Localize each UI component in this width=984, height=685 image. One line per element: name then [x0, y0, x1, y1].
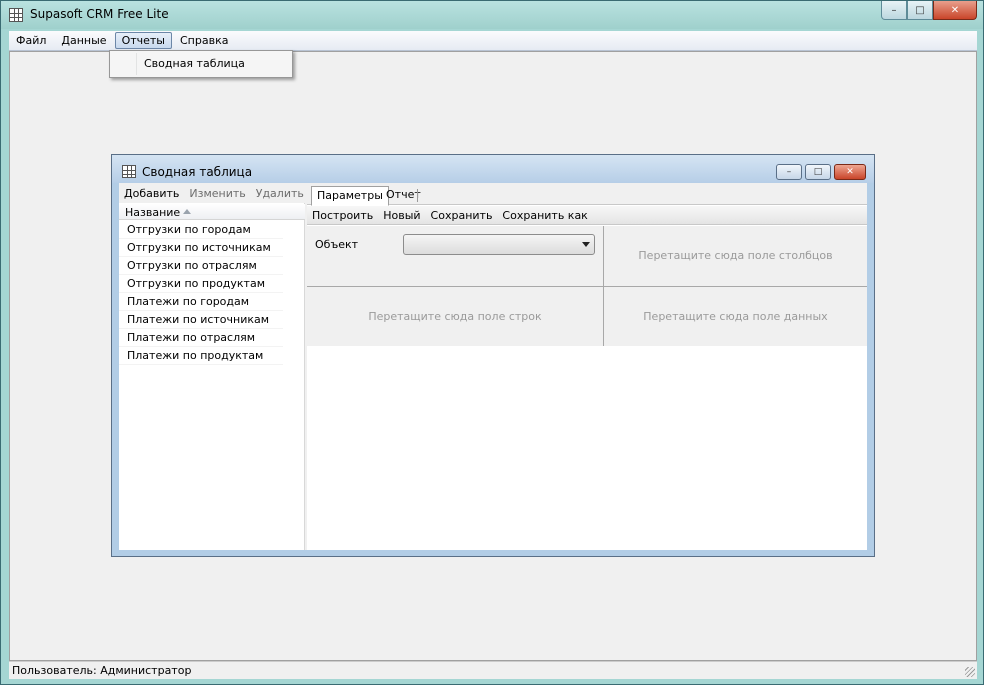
list-item[interactable]: Отгрузки по городам [119, 221, 283, 239]
menu-data[interactable]: Данные [54, 32, 113, 49]
reports-toolbar: Добавить Изменить Удалить С [119, 183, 305, 203]
menu-help[interactable]: Справка [173, 32, 235, 49]
list-item[interactable]: Платежи по отраслям [119, 329, 283, 347]
data-drop-zone[interactable]: Перетащите сюда поле данных [604, 310, 867, 323]
resize-grip-icon[interactable] [965, 667, 975, 677]
pivot-layout-area: Объект Перетащите сюда поле столбцов Пер… [307, 226, 867, 346]
pivot-actions-toolbar: Построить Новый Сохранить Сохранить как [307, 206, 867, 225]
new-button[interactable]: Новый [378, 209, 425, 222]
edit-button[interactable]: Изменить [184, 187, 250, 200]
status-user: Пользователь: Администратор [12, 664, 192, 677]
close-button[interactable]: ✕ [933, 1, 977, 20]
columns-drop-zone[interactable]: Перетащите сюда поле столбцов [604, 249, 867, 262]
menu-file[interactable]: Файл [9, 32, 53, 49]
pivot-tabs: Параметры Отчет [307, 183, 867, 206]
add-button[interactable]: Добавить [119, 187, 184, 200]
app-grid-icon [9, 8, 23, 22]
pivot-window-title: Сводная таблица [142, 165, 253, 179]
list-item[interactable]: Платежи по продуктам [119, 347, 283, 365]
dropdown-separator [136, 53, 137, 75]
name-column-label: Название [125, 206, 181, 219]
list-item[interactable]: Отгрузки по источникам [119, 239, 283, 257]
title-bar[interactable]: Supasoft CRM Free Lite – □ ✕ [1, 1, 983, 29]
save-button[interactable]: Сохранить [426, 209, 498, 222]
list-item[interactable]: Платежи по городам [119, 293, 283, 311]
sort-ascending-icon [183, 209, 191, 214]
list-item[interactable]: Отгрузки по продуктам [119, 275, 283, 293]
rows-drop-zone[interactable]: Перетащите сюда поле строк [307, 310, 603, 323]
object-label: Объект [315, 238, 359, 251]
build-button[interactable]: Построить [307, 209, 378, 222]
main-window: Supasoft CRM Free Lite – □ ✕ Файл Данные… [0, 0, 984, 685]
pivot-window-title-bar[interactable]: Сводная таблица – □ ✕ [112, 155, 874, 183]
pivot-minimize-button[interactable]: – [776, 164, 802, 180]
menu-item-pivot-table[interactable]: Сводная таблица [144, 57, 245, 70]
pivot-caption-buttons: – □ ✕ [776, 164, 866, 180]
tab-report[interactable]: Отчет [381, 186, 426, 205]
pivot-pane: Параметры Отчет Построить Новый Сохранит… [307, 183, 867, 550]
menu-bar: Файл Данные Отчеты Справка [9, 31, 977, 51]
pivot-divider-horizontal [307, 286, 867, 287]
delete-button[interactable]: Удалить [251, 187, 305, 200]
tab-parameters[interactable]: Параметры [311, 186, 389, 206]
caption-buttons: – □ ✕ [881, 1, 977, 20]
object-select[interactable] [403, 234, 595, 255]
pivot-window-body: Добавить Изменить Удалить С Название Отг… [119, 183, 867, 550]
pivot-maximize-button[interactable]: □ [805, 164, 831, 180]
window-title: Supasoft CRM Free Lite [30, 7, 169, 21]
minimize-button[interactable]: – [881, 1, 907, 20]
chevron-down-icon [582, 242, 590, 247]
reports-pane: Добавить Изменить Удалить С Название Отг… [119, 183, 305, 550]
pivot-grid-icon [122, 165, 136, 178]
list-item[interactable]: Платежи по источникам [119, 311, 283, 329]
list-item[interactable]: Отгрузки по отраслям [119, 257, 283, 275]
menu-reports[interactable]: Отчеты [114, 32, 172, 49]
maximize-button[interactable]: □ [907, 1, 933, 20]
reports-list: Отгрузки по городам Отгрузки по источник… [119, 221, 305, 365]
name-column-header[interactable]: Название [119, 204, 305, 220]
tab-separator [417, 189, 418, 202]
reports-dropdown-menu: Сводная таблица [109, 50, 293, 78]
save-as-button[interactable]: Сохранить как [497, 209, 592, 222]
pivot-close-button[interactable]: ✕ [834, 164, 866, 180]
pivot-window: Сводная таблица – □ ✕ Добавить Изменить … [111, 154, 875, 557]
status-bar: Пользователь: Администратор [9, 661, 977, 679]
